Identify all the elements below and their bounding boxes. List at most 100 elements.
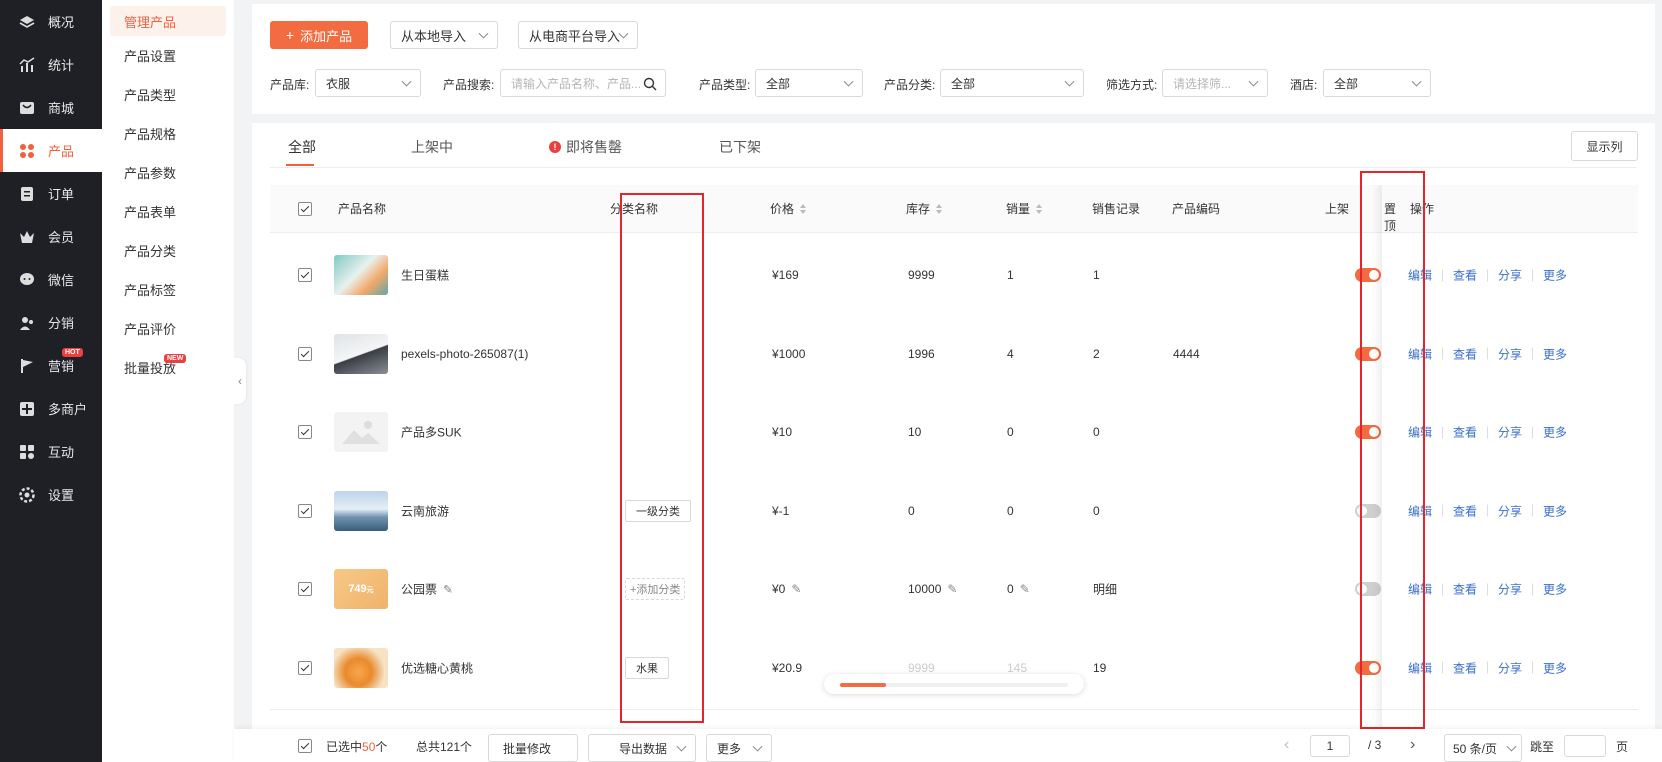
row-checkbox[interactable]	[298, 425, 312, 439]
op-more-link[interactable]: 更多	[1543, 345, 1567, 362]
row-checkbox[interactable]	[298, 582, 312, 596]
row-checkbox[interactable]	[298, 660, 312, 675]
op-share-link[interactable]: 分享	[1498, 581, 1522, 598]
more-dropdown[interactable]: 更多	[706, 734, 772, 762]
op-more-link[interactable]: 更多	[1543, 424, 1567, 441]
sidebar-item-4[interactable]: 订单	[0, 172, 102, 215]
add-product-button[interactable]: + 添加产品	[270, 21, 368, 49]
tab-low-stock[interactable]: ! 即将售罄	[549, 137, 622, 157]
hot-badge: HOT	[62, 348, 83, 357]
import-platform-dropdown[interactable]: 从电商平台导入	[518, 21, 638, 49]
op-view-link[interactable]: 查看	[1453, 659, 1477, 676]
current-page-input[interactable]: 1	[1310, 735, 1350, 757]
col-stock[interactable]: 库存	[906, 200, 943, 217]
col-price[interactable]: 价格	[770, 200, 807, 217]
subnav-item-8[interactable]: 产品评价	[102, 309, 234, 348]
op-view-link[interactable]: 查看	[1453, 581, 1477, 598]
import-local-dropdown[interactable]: 从本地导入	[390, 21, 498, 49]
next-page-icon[interactable]: ›	[1410, 736, 1415, 754]
collapse-subnav-button[interactable]: ‹	[234, 358, 246, 404]
subnav-item-7[interactable]: 产品标签	[102, 270, 234, 309]
col-sales[interactable]: 销量	[1006, 200, 1043, 217]
subnav-item-9[interactable]: 批量投放 NEW	[102, 348, 234, 387]
sidebar-item-8[interactable]: 营销 HOT	[0, 344, 102, 387]
op-more-link[interactable]: 更多	[1543, 502, 1567, 519]
subnav-item-0[interactable]: 管理产品	[110, 6, 226, 36]
gear-icon	[18, 486, 36, 504]
op-more-link[interactable]: 更多	[1543, 581, 1567, 598]
product-thumbnail[interactable]	[334, 333, 388, 374]
sidebar-item-0[interactable]: 概况	[0, 0, 102, 43]
op-share-link[interactable]: 分享	[1498, 267, 1522, 284]
edit-pencil-icon[interactable]: ✎	[791, 582, 801, 596]
subnav-item-1[interactable]: 产品设置	[102, 36, 234, 75]
op-more-link[interactable]: 更多	[1543, 267, 1567, 284]
table-row: 生日蛋糕 ¥169 9999 1 1 编辑 查看 分享 更多	[270, 234, 1638, 317]
sidebar-item-7[interactable]: 分销	[0, 301, 102, 344]
prev-page-icon[interactable]: ‹	[1284, 736, 1289, 754]
product-thumbnail[interactable]	[334, 255, 388, 295]
tab-off-sale[interactable]: 已下架	[719, 137, 761, 157]
type-select[interactable]: 全部	[755, 69, 863, 97]
merchant-icon	[18, 400, 36, 418]
op-share-link[interactable]: 分享	[1498, 659, 1522, 676]
row-checkbox[interactable]	[298, 503, 312, 518]
row-checkbox[interactable]	[298, 268, 312, 282]
search-icon[interactable]	[643, 77, 657, 91]
product-thumbnail[interactable]	[334, 647, 388, 688]
crown-icon	[18, 228, 36, 246]
op-view-link[interactable]: 查看	[1453, 345, 1477, 362]
product-thumbnail[interactable]: 749元	[334, 569, 388, 609]
op-view-link[interactable]: 查看	[1453, 502, 1477, 519]
edit-pencil-icon[interactable]: ✎	[1020, 582, 1030, 596]
sort-icon[interactable]	[800, 203, 807, 214]
table-row: 云南旅游 一级分类 ¥-1 0 0 0 编辑 查看 分享 更多	[270, 469, 1638, 553]
op-view-link[interactable]: 查看	[1453, 267, 1477, 284]
product-thumbnail[interactable]	[334, 412, 388, 452]
sidebar-item-2[interactable]: 商城	[0, 86, 102, 129]
show-columns-button[interactable]: 显示列	[1571, 131, 1638, 161]
batch-edit-button[interactable]: 批量修改	[488, 734, 578, 762]
page-size-select[interactable]: 50 条/页	[1444, 734, 1522, 762]
horizontal-scrollbar[interactable]	[824, 674, 1084, 694]
subnav-item-2[interactable]: 产品类型	[102, 75, 234, 114]
jump-page-input[interactable]	[1564, 735, 1606, 757]
row-checkbox[interactable]	[298, 346, 312, 361]
hotel-select[interactable]: 全部	[1323, 69, 1431, 97]
edit-pencil-icon[interactable]: ✎	[947, 582, 957, 596]
scrollbar-thumb[interactable]	[840, 683, 886, 687]
product-thumbnail[interactable]	[334, 490, 388, 531]
search-input[interactable]: 请输入产品名称、产品...	[500, 69, 666, 97]
filter-mode-select[interactable]: 请选择筛...	[1162, 69, 1268, 97]
sort-icon[interactable]	[936, 203, 943, 214]
op-view-link[interactable]: 查看	[1453, 424, 1477, 441]
subnav-item-5[interactable]: 产品表单	[102, 192, 234, 231]
sort-icon[interactable]	[1036, 203, 1043, 214]
subnav-item-3[interactable]: 产品规格	[102, 114, 234, 153]
sidebar-item-6[interactable]: 微信	[0, 258, 102, 301]
library-select[interactable]: 衣服	[315, 69, 421, 97]
sidebar-item-11[interactable]: 设置	[0, 473, 102, 516]
select-all-checkbox[interactable]	[298, 202, 312, 216]
records-cell[interactable]: 明细	[1093, 581, 1117, 598]
op-share-link[interactable]: 分享	[1498, 345, 1522, 362]
sidebar-item-9[interactable]: 多商户	[0, 387, 102, 430]
footer-select-checkbox[interactable]	[298, 739, 312, 753]
edit-pencil-icon[interactable]: ✎	[443, 582, 453, 596]
tab-all[interactable]: 全部	[288, 137, 316, 157]
stock-cell: 1996	[908, 346, 935, 361]
category-select[interactable]: 全部	[940, 69, 1084, 97]
subnav-item-4[interactable]: 产品参数	[102, 153, 234, 192]
product-name: 公园票 ✎	[401, 582, 454, 597]
subnav-item-6[interactable]: 产品分类	[102, 231, 234, 270]
op-share-link[interactable]: 分享	[1498, 502, 1522, 519]
export-dropdown[interactable]: 导出数据	[588, 734, 696, 762]
op-share-link[interactable]: 分享	[1498, 424, 1522, 441]
sidebar-item-1[interactable]: 统计	[0, 43, 102, 86]
sidebar-item-10[interactable]: 互动	[0, 430, 102, 473]
sidebar-item-5[interactable]: 会员	[0, 215, 102, 258]
row-actions: 编辑 查看 分享 更多	[1408, 659, 1567, 676]
tab-on-sale[interactable]: 上架中	[411, 137, 453, 157]
op-more-link[interactable]: 更多	[1543, 659, 1567, 676]
sidebar-item-3[interactable]: 产品	[0, 129, 102, 172]
